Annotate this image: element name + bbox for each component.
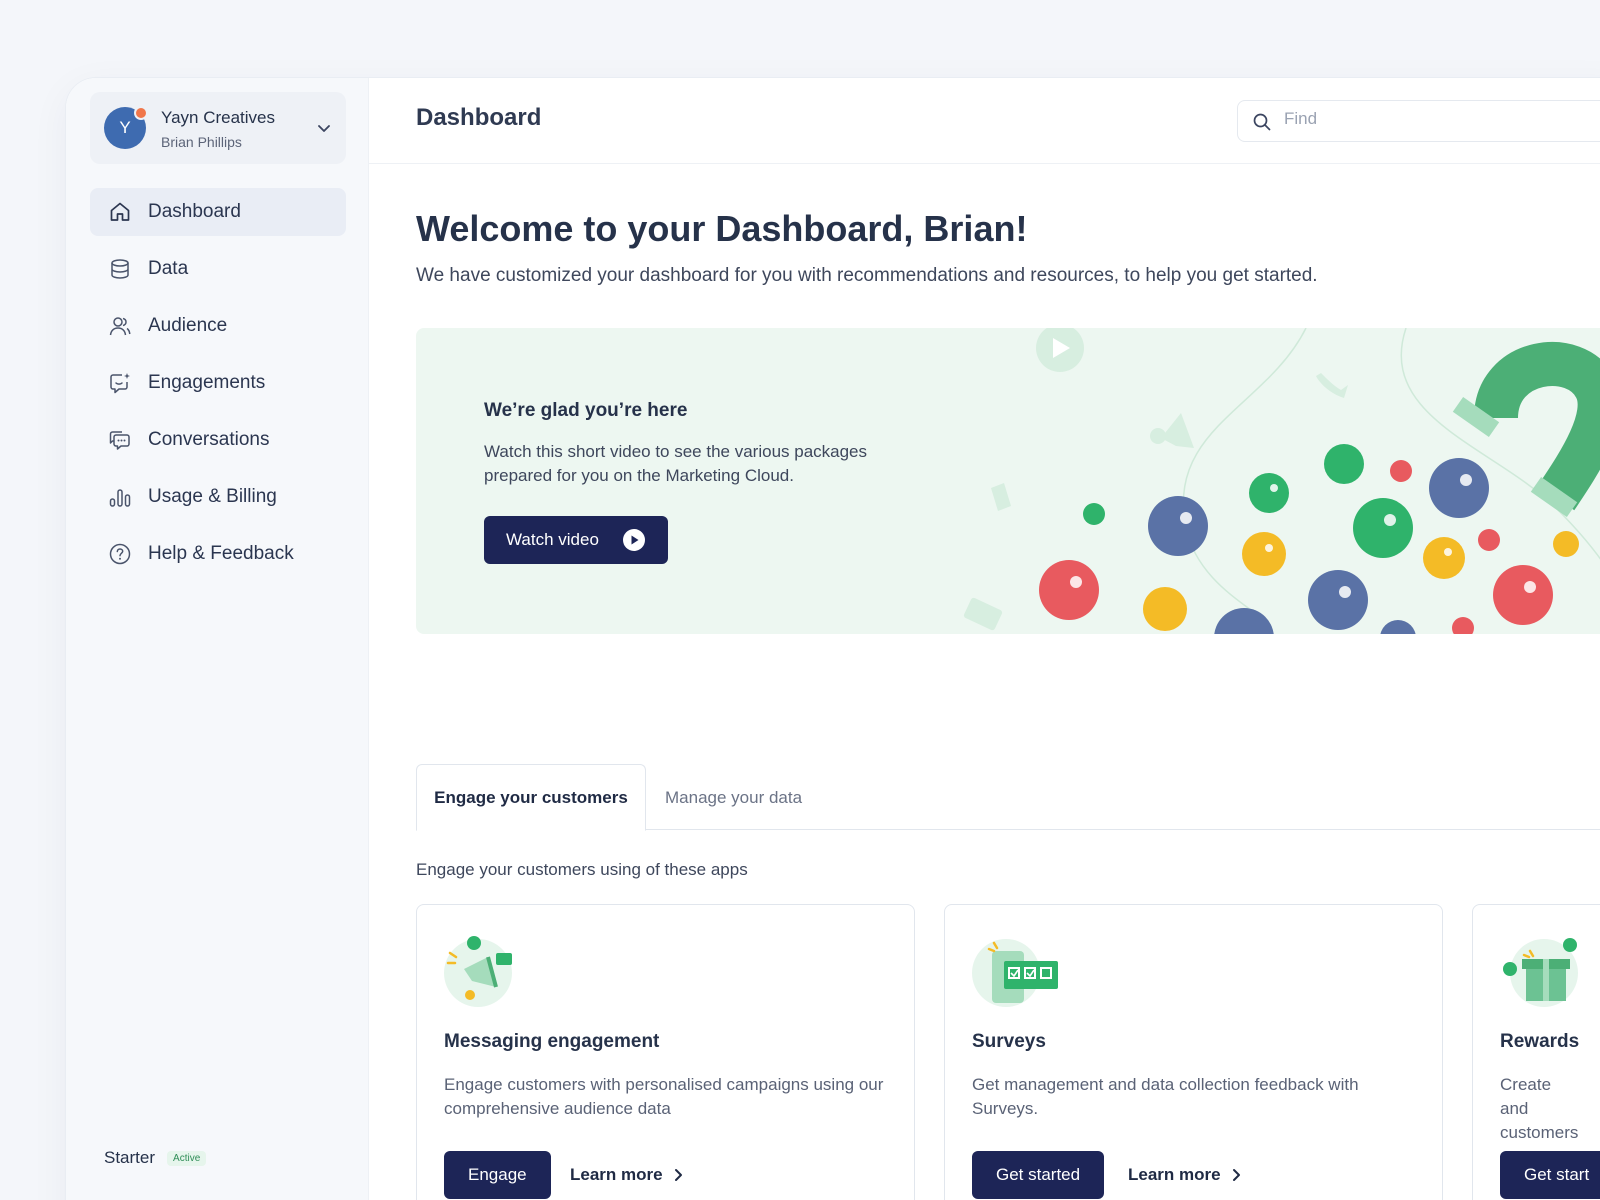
main-content: Welcome to your Dashboard, Brian! We hav… xyxy=(369,164,1600,1200)
get-started-button[interactable]: Get started xyxy=(972,1151,1105,1199)
chat-bubbles-icon xyxy=(108,428,132,452)
sidebar-item-label: Data xyxy=(148,258,189,279)
sidebar-item-label: Conversations xyxy=(148,429,270,450)
top-bar: Dashboard xyxy=(369,78,1600,164)
question-icon xyxy=(108,542,132,566)
app-card-messaging: Messaging engagement Engage customers wi… xyxy=(416,904,915,1200)
learn-more-label: Learn more xyxy=(1128,1165,1221,1184)
sidebar-item-label: Usage & Billing xyxy=(148,486,277,507)
banner-text: Watch this short video to see the variou… xyxy=(484,442,868,485)
tab-bar: Engage your customers Manage your data xyxy=(416,764,1600,831)
watch-video-label: Watch video xyxy=(506,530,599,549)
page-title: Dashboard xyxy=(416,104,542,131)
chevron-right-icon xyxy=(674,1169,682,1181)
section-description: Engage your customers using of these app… xyxy=(416,860,748,879)
sidebar-item-audience[interactable]: Audience xyxy=(90,302,346,350)
sidebar-item-label: Engagements xyxy=(148,372,266,393)
card-title: Rewards xyxy=(1500,1031,1580,1052)
survey-icon xyxy=(972,939,1058,1007)
users-icon xyxy=(108,314,132,338)
welcome-subtitle: We have customized your dashboard for yo… xyxy=(416,265,1318,286)
engage-button[interactable]: Engage xyxy=(444,1151,551,1199)
play-icon xyxy=(623,529,645,551)
sidebar: Y Yayn Creatives Brian Phillips Dashboar… xyxy=(66,78,369,1200)
sidebar-item-dashboard[interactable]: Dashboard xyxy=(90,188,346,236)
gift-icon xyxy=(1503,938,1578,1007)
account-switcher[interactable]: Y Yayn Creatives Brian Phillips xyxy=(90,92,346,164)
notification-dot xyxy=(134,106,148,120)
app-window: Y Yayn Creatives Brian Phillips Dashboar… xyxy=(66,78,1600,1200)
sidebar-item-conversations[interactable]: Conversations xyxy=(90,416,346,464)
audience-magnet-illustration xyxy=(963,328,1600,634)
home-icon xyxy=(108,200,132,224)
database-icon xyxy=(108,257,132,281)
app-card-surveys: Surveys Get management and data collecti… xyxy=(944,904,1443,1200)
tab-manage-data[interactable]: Manage your data xyxy=(665,764,802,831)
sidebar-item-label: Audience xyxy=(148,315,228,336)
tab-engage-customers[interactable]: Engage your customers xyxy=(416,764,646,831)
chat-sparkle-icon xyxy=(108,371,132,395)
plan-indicator: Starter Active xyxy=(104,1148,207,1168)
learn-more-link[interactable]: Learn more xyxy=(1128,1165,1241,1185)
chevron-down-icon[interactable] xyxy=(316,120,332,136)
search-icon xyxy=(1253,113,1271,131)
banner-title: We’re glad you’re here xyxy=(484,400,688,421)
sidebar-item-usage-billing[interactable]: Usage & Billing xyxy=(90,473,346,521)
card-title: Messaging engagement xyxy=(444,1031,660,1052)
sidebar-item-data[interactable]: Data xyxy=(90,245,346,293)
avatar: Y xyxy=(104,106,148,149)
learn-more-link[interactable]: Learn more xyxy=(570,1165,683,1185)
welcome-title: Welcome to your Dashboard, Brian! xyxy=(416,208,1028,249)
card-description: Engage customers with personalised campa… xyxy=(444,1075,884,1118)
plan-name: Starter xyxy=(104,1148,156,1167)
card-description: Get management and data collection feedb… xyxy=(972,1075,1359,1118)
card-description: Create and customers xyxy=(1500,1075,1579,1142)
avatar-initial: Y xyxy=(119,118,131,137)
sidebar-item-engagements[interactable]: Engagements xyxy=(90,359,346,407)
sidebar-item-help-feedback[interactable]: Help & Feedback xyxy=(90,530,346,578)
status-badge: Active xyxy=(167,1150,207,1166)
card-title: Surveys xyxy=(972,1031,1046,1052)
sidebar-nav: Dashboard Data Audience Engagements Conv… xyxy=(90,188,346,587)
video-banner: We’re glad you’re here Watch this short … xyxy=(416,328,1600,634)
learn-more-label: Learn more xyxy=(570,1165,663,1184)
get-started-button[interactable]: Get start xyxy=(1500,1151,1600,1199)
account-user: Brian Phillips xyxy=(161,134,242,150)
sidebar-item-label: Dashboard xyxy=(148,201,241,222)
sidebar-item-label: Help & Feedback xyxy=(148,543,294,564)
watch-video-button[interactable]: Watch video xyxy=(484,516,668,564)
account-name: Yayn Creatives xyxy=(161,108,276,127)
bar-chart-icon xyxy=(108,485,132,509)
app-card-rewards: Rewards Create and customers Get start xyxy=(1472,904,1600,1200)
search-box[interactable] xyxy=(1237,100,1600,142)
chevron-right-icon xyxy=(1232,1169,1240,1181)
megaphone-icon xyxy=(444,936,512,1007)
search-input[interactable] xyxy=(1284,109,1584,129)
